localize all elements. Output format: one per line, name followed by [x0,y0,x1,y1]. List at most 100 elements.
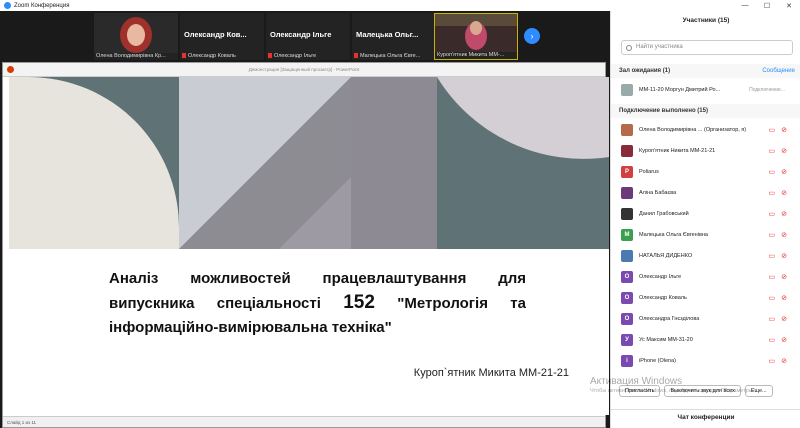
mic-muted-icon [182,53,186,59]
zoom-logo-icon [4,2,11,9]
participant-row[interactable]: Куроп'ятник Никита ММ-21-21 ▭ ⊘ [611,140,800,161]
mic-muted-icon: ⊘ [781,127,787,134]
windows-watermark: Активация Windows [590,376,683,387]
tile-name: Малецька Ольга Євге... [360,53,421,59]
powerpoint-status: Слайд 1 из 11 [3,416,605,427]
slide-author: Куроп`ятник Микита ММ-21-21 [413,367,569,379]
participants-header: Участники (15) [682,17,730,24]
mic-muted-icon: ⊘ [781,253,787,260]
tile-name: Олена Володимирівна Кр... [96,53,166,59]
participant-name: Данил Грабовський [639,210,689,217]
windows-watermark-hint: Чтобы активировать Windows, перейдите в … [590,388,757,394]
video-off-icon: ▭ [768,253,775,260]
mic-muted-icon: ⊘ [781,169,787,176]
video-off-icon: ▭ [768,148,775,155]
slide-background-shapes [9,77,609,249]
avatar: О [621,291,633,304]
waiting-participant[interactable]: ММ-11-20 Моргун Дмитрий Ро... Подключени… [611,79,800,100]
video-tile[interactable]: Малецька Ольг... Малецька Ольга Євге... [352,13,436,60]
window-title: Zoom Конференция [14,2,70,9]
video-off-icon: ▭ [768,127,775,134]
participant-row[interactable]: P Poliarus ▭ ⊘ [611,161,800,182]
participant-row[interactable]: М Малецька Ольга Євгенівна ▭ ⊘ [611,224,800,245]
mic-muted-icon: ⊘ [781,274,787,281]
connected-section[interactable]: Подключение выполнено (15) [611,104,800,118]
tile-name: Олександр Ільге [274,53,317,59]
waiting-room-section[interactable]: Зал ожидания (1) Сообщение [611,64,800,78]
mic-muted-icon: ⊘ [781,232,787,239]
video-tile[interactable]: Олександр Ков... Олександр Коваль [180,13,264,60]
participant-row[interactable]: У Ус Максим ММ-31-20 ▭ ⊘ [611,329,800,350]
tile-big-name: Олександр Ков... [184,30,247,39]
close-button[interactable]: ✕ [778,0,800,11]
mic-muted-icon [354,53,358,59]
avatar [621,123,633,136]
participant-row[interactable]: О Олександр Ільге ▭ ⊘ [611,266,800,287]
avatar: У [621,333,633,346]
maximize-button[interactable]: ☐ [756,0,778,11]
powerpoint-titlebar: Демонстрация [Защищенный просмотр] - Pow… [3,63,605,77]
video-tile-active-speaker[interactable]: Куроп'ятник Микита ММ-... [434,13,518,60]
participant-name: Малецька Ольга Євгенівна [639,231,708,238]
video-strip: Олена Володимирівна Кр... Олександр Ков.… [0,11,610,62]
avatar: О [621,312,633,325]
shared-screen: Демонстрация [Защищенный просмотр] - Pow… [2,62,609,428]
video-off-icon: ▭ [768,316,775,323]
participant-row[interactable]: Аліна Бабаєва ▭ ⊘ [611,182,800,203]
chat-header[interactable]: Чат конференции [611,409,800,427]
participant-name: Олена Володимирівна ... (Организатор, я) [639,126,747,133]
avatar: i [621,354,633,367]
video-off-icon: ▭ [768,358,775,365]
participant-row[interactable]: О Олександр Коваль ▭ ⊘ [611,287,800,308]
participant-name: iPhone (Olena) [639,357,676,364]
video-tile[interactable]: Олександр Ільге Олександр Ільге [266,13,350,60]
search-icon [626,45,632,51]
minimize-button[interactable]: — [734,0,756,11]
window-titlebar: Zoom Конференция — ☐ ✕ [0,0,800,11]
video-off-icon: ▭ [768,169,775,176]
window-controls: — ☐ ✕ [734,0,800,11]
tile-big-name: Олександр Ільге [270,30,332,39]
participants-panel: Участники (15) Найти участника Зал ожида… [610,11,800,428]
avatar: М [621,228,633,241]
participant-row[interactable]: О Олександра Гнєзділова ▭ ⊘ [611,308,800,329]
search-input[interactable]: Найти участника [621,40,793,55]
participant-photo [435,14,517,52]
tile-name: Олександр Коваль [188,53,236,59]
participant-row[interactable]: Данил Грабовський ▭ ⊘ [611,203,800,224]
video-off-icon: ▭ [768,211,775,218]
participant-name: Аліна Бабаєва [639,189,677,196]
message-link[interactable]: Сообщение [762,68,795,74]
avatar: О [621,270,633,283]
meeting-area: Олена Володимирівна Кр... Олександр Ков.… [0,11,610,428]
mic-muted-icon: ⊘ [781,211,787,218]
video-off-icon: ▭ [768,232,775,239]
mic-muted-icon [268,53,272,59]
mic-muted-icon: ⊘ [781,295,787,302]
mic-muted-icon: ⊘ [781,337,787,344]
slide-title: Аналіз можливостей працевлаштування для … [109,270,526,336]
video-off-icon: ▭ [768,274,775,281]
mic-muted-icon: ⊘ [781,148,787,155]
avatar: P [621,165,633,178]
avatar [621,186,633,199]
participant-name: Олександр Ільге [639,273,682,280]
participant-name: Олександр Коваль [639,294,687,301]
participant-name: Олександра Гнєзділова [639,315,700,322]
avatar [621,83,633,96]
participant-name: Poliarus [639,168,659,175]
tile-name: Куроп'ятник Микита ММ-... [437,52,505,58]
participant-name: Куроп'ятник Никита ММ-21-21 [639,147,716,154]
avatar [621,249,633,262]
powerpoint-title: Демонстрация [Защищенный просмотр] - Pow… [248,67,360,72]
mic-muted-icon: ⊘ [781,316,787,323]
avatar [621,207,633,220]
participant-row[interactable]: НАТАЛЬЯ ДИДЕНКО ▭ ⊘ [611,245,800,266]
video-off-icon: ▭ [768,337,775,344]
avatar [621,144,633,157]
video-tile[interactable]: Олена Володимирівна Кр... [94,13,178,60]
mic-muted-icon: ⊘ [781,190,787,197]
participant-row[interactable]: Олена Володимирівна ... (Организатор, я)… [611,119,800,140]
participant-row[interactable]: i iPhone (Olena) ▭ ⊘ [611,350,800,371]
chevron-right-icon[interactable]: › [524,28,540,44]
